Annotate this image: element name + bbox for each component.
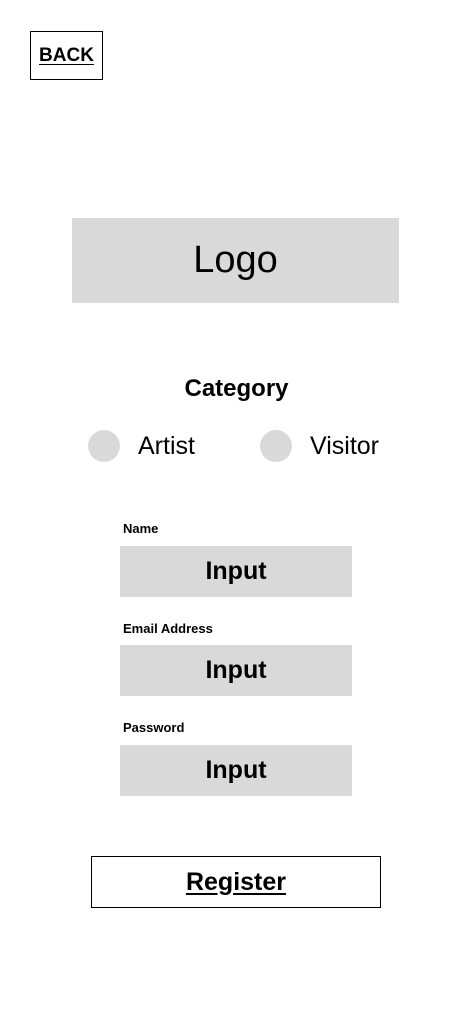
radio-label-visitor: Visitor xyxy=(310,431,380,460)
logo-placeholder: Logo xyxy=(72,218,399,303)
email-input[interactable]: Input xyxy=(120,645,352,696)
password-label: Password xyxy=(123,720,185,735)
name-label: Name xyxy=(123,521,159,536)
back-button[interactable]: BACK xyxy=(30,31,103,80)
register-button[interactable]: Register xyxy=(91,856,381,908)
radio-option-visitor[interactable]: Visitor xyxy=(260,430,379,462)
radio-label-artist: Artist xyxy=(138,431,195,460)
radio-button-artist[interactable] xyxy=(88,430,120,462)
email-label: Email Address xyxy=(123,621,213,636)
category-title: Category xyxy=(184,375,289,402)
logo-text: Logo xyxy=(193,239,278,281)
name-input[interactable]: Input xyxy=(120,546,352,597)
radio-button-visitor[interactable] xyxy=(260,430,292,462)
radio-option-artist[interactable]: Artist xyxy=(88,430,195,462)
password-input[interactable]: Input xyxy=(120,745,352,796)
